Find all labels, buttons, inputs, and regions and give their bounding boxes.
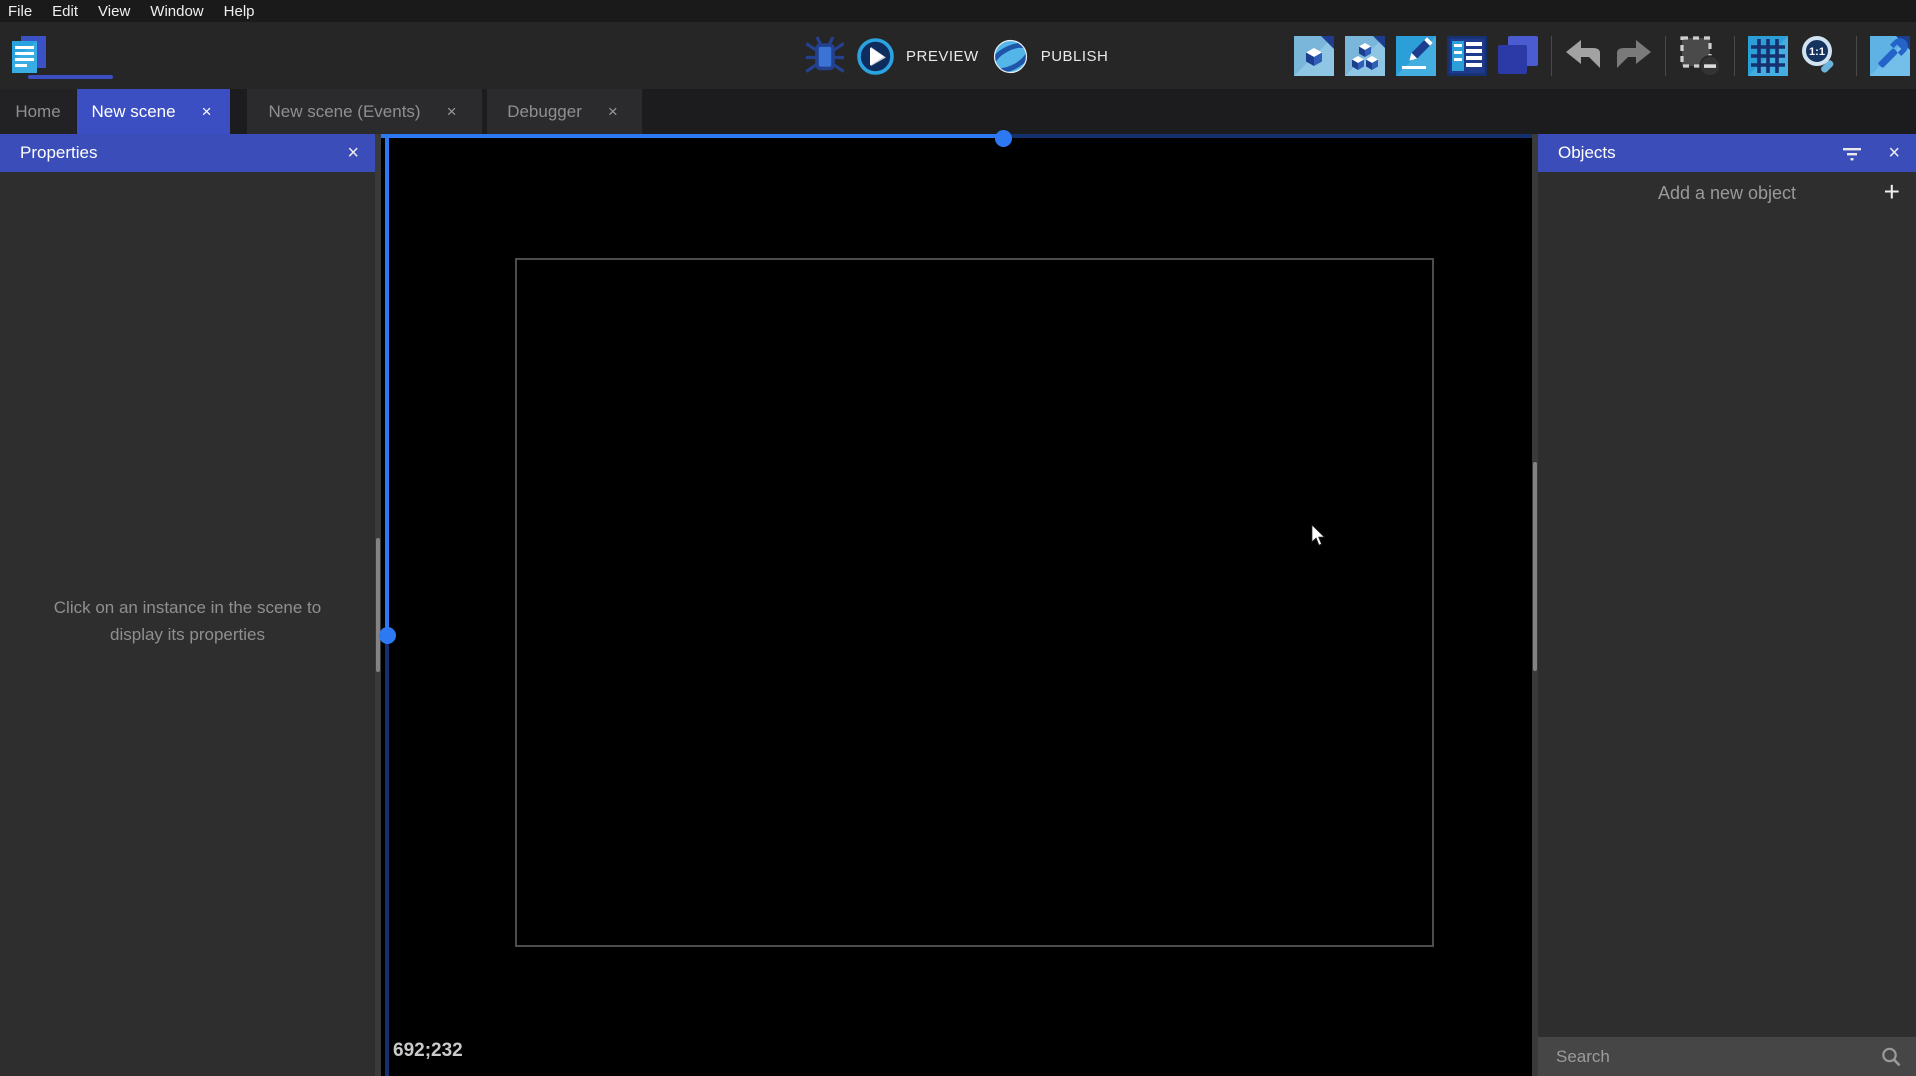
toolbar: PREVIEW PUBLISH 1:1: [0, 22, 1916, 89]
objects-search-input[interactable]: [1538, 1046, 1880, 1067]
redo-button[interactable]: [1614, 39, 1652, 73]
menu-view[interactable]: View: [98, 3, 130, 20]
objects-panel: Objects × Add a new object +: [1538, 134, 1916, 1076]
play-icon: [857, 37, 894, 75]
toolbar-separator: [1551, 36, 1552, 76]
preview-label: PREVIEW: [906, 47, 979, 65]
toolbar-center-group: PREVIEW PUBLISH: [806, 34, 1108, 78]
canvas-hscrollbar-rest[interactable]: [1003, 134, 1532, 138]
project-manager-icon: [9, 34, 49, 76]
canvas-hscrollbar-thumb[interactable]: [995, 130, 1012, 147]
instances-list-button[interactable]: [1447, 36, 1487, 76]
layers-icon: [1498, 36, 1538, 76]
game-window-boundary: [515, 258, 1434, 947]
properties-panel-title: Properties: [20, 143, 98, 162]
properties-panel: Properties × Click on an instance in the…: [0, 134, 375, 1076]
tab-label: Debugger: [507, 101, 582, 121]
project-manager-button[interactable]: [8, 33, 50, 77]
tab-close-icon[interactable]: ×: [198, 101, 216, 122]
grid-button[interactable]: [1748, 36, 1788, 76]
selection-mask-icon: [1679, 35, 1721, 77]
menu-bar: File Edit View Window Help: [0, 0, 1916, 22]
zoom-reset-button[interactable]: 1:1: [1799, 34, 1843, 78]
layers-editor-button[interactable]: [1498, 36, 1538, 76]
canvas-vscrollbar-rest[interactable]: [385, 635, 389, 1076]
zoom-1-1-icon: 1:1: [1799, 34, 1843, 78]
selection-mask-button[interactable]: [1679, 35, 1721, 77]
tab-debugger[interactable]: Debugger ×: [487, 89, 642, 134]
tab-label: Home: [15, 101, 61, 121]
properties-panel-header: Properties ×: [0, 134, 375, 172]
canvas-hscrollbar-active[interactable]: [381, 134, 1003, 138]
tab-label: New scene (Events): [268, 101, 421, 121]
scene-settings-button[interactable]: [1870, 36, 1910, 76]
tab-label: New scene: [91, 101, 176, 121]
list-icon: [1447, 36, 1487, 76]
main-area: Properties × Click on an instance in the…: [0, 130, 1916, 1076]
search-icon: [1880, 1046, 1902, 1068]
filter-icon[interactable]: [1842, 145, 1862, 161]
object-page-icon: [1294, 36, 1334, 76]
properties-close-button[interactable]: ×: [347, 143, 359, 163]
objects-panel-title: Objects: [1558, 143, 1616, 162]
objects-editor-button[interactable]: [1294, 36, 1334, 76]
toolbar-separator: [1734, 36, 1735, 76]
publish-label: PUBLISH: [1040, 47, 1109, 65]
objects-scrollbar-thumb[interactable]: [1533, 462, 1537, 671]
wrench-icon: [1870, 36, 1910, 76]
debug-button[interactable]: [806, 35, 844, 77]
properties-scrollbar-thumb[interactable]: [376, 538, 380, 672]
redo-arrow-icon: [1614, 39, 1652, 73]
toolbar-separator: [1665, 36, 1666, 76]
tab-home[interactable]: Home: [0, 89, 76, 134]
tab-close-icon[interactable]: ×: [443, 101, 461, 122]
object-groups-icon: [1345, 36, 1385, 76]
cursor-coordinates-label: 692;232: [393, 1040, 463, 1061]
preview-button[interactable]: PREVIEW: [857, 37, 979, 75]
menu-file[interactable]: File: [8, 3, 32, 20]
edit-scene-button[interactable]: [1396, 36, 1436, 76]
object-groups-button[interactable]: [1345, 36, 1385, 76]
toolbar-active-indicator: [28, 75, 113, 79]
publish-globe-icon: [992, 38, 1029, 75]
svg-text:1:1: 1:1: [1809, 46, 1825, 58]
tab-close-icon[interactable]: ×: [604, 101, 622, 122]
editor-tab-bar: Home New scene × New scene (Events) × De…: [0, 89, 1916, 134]
menu-edit[interactable]: Edit: [52, 3, 78, 20]
pencil-square-icon: [1396, 36, 1436, 76]
objects-search-bar: [1538, 1037, 1916, 1076]
menu-window[interactable]: Window: [150, 3, 203, 20]
bug-icon: [806, 35, 844, 77]
toolbar-separator: [1856, 36, 1857, 76]
menu-help[interactable]: Help: [224, 3, 255, 20]
tab-new-scene-events[interactable]: New scene (Events) ×: [247, 89, 482, 134]
mouse-cursor: [1311, 524, 1326, 547]
grid-icon: [1748, 36, 1788, 76]
scene-canvas[interactable]: 692;232: [379, 130, 1532, 1076]
undo-arrow-icon: [1565, 39, 1603, 73]
objects-close-button[interactable]: ×: [1888, 143, 1900, 163]
objects-panel-header: Objects ×: [1538, 134, 1916, 172]
plus-icon[interactable]: +: [1884, 175, 1900, 209]
add-object-label: Add a new object: [1657, 182, 1797, 203]
undo-button[interactable]: [1565, 39, 1603, 73]
canvas-vscrollbar-thumb[interactable]: [379, 627, 396, 644]
toolbar-right-group: 1:1: [1294, 34, 1910, 78]
publish-button[interactable]: PUBLISH: [992, 38, 1109, 75]
properties-empty-message: Click on an instance in the scene to dis…: [53, 598, 322, 645]
add-object-button[interactable]: Add a new object +: [1538, 172, 1916, 214]
tab-new-scene[interactable]: New scene ×: [77, 89, 230, 134]
canvas-vscrollbar-active[interactable]: [385, 134, 389, 635]
